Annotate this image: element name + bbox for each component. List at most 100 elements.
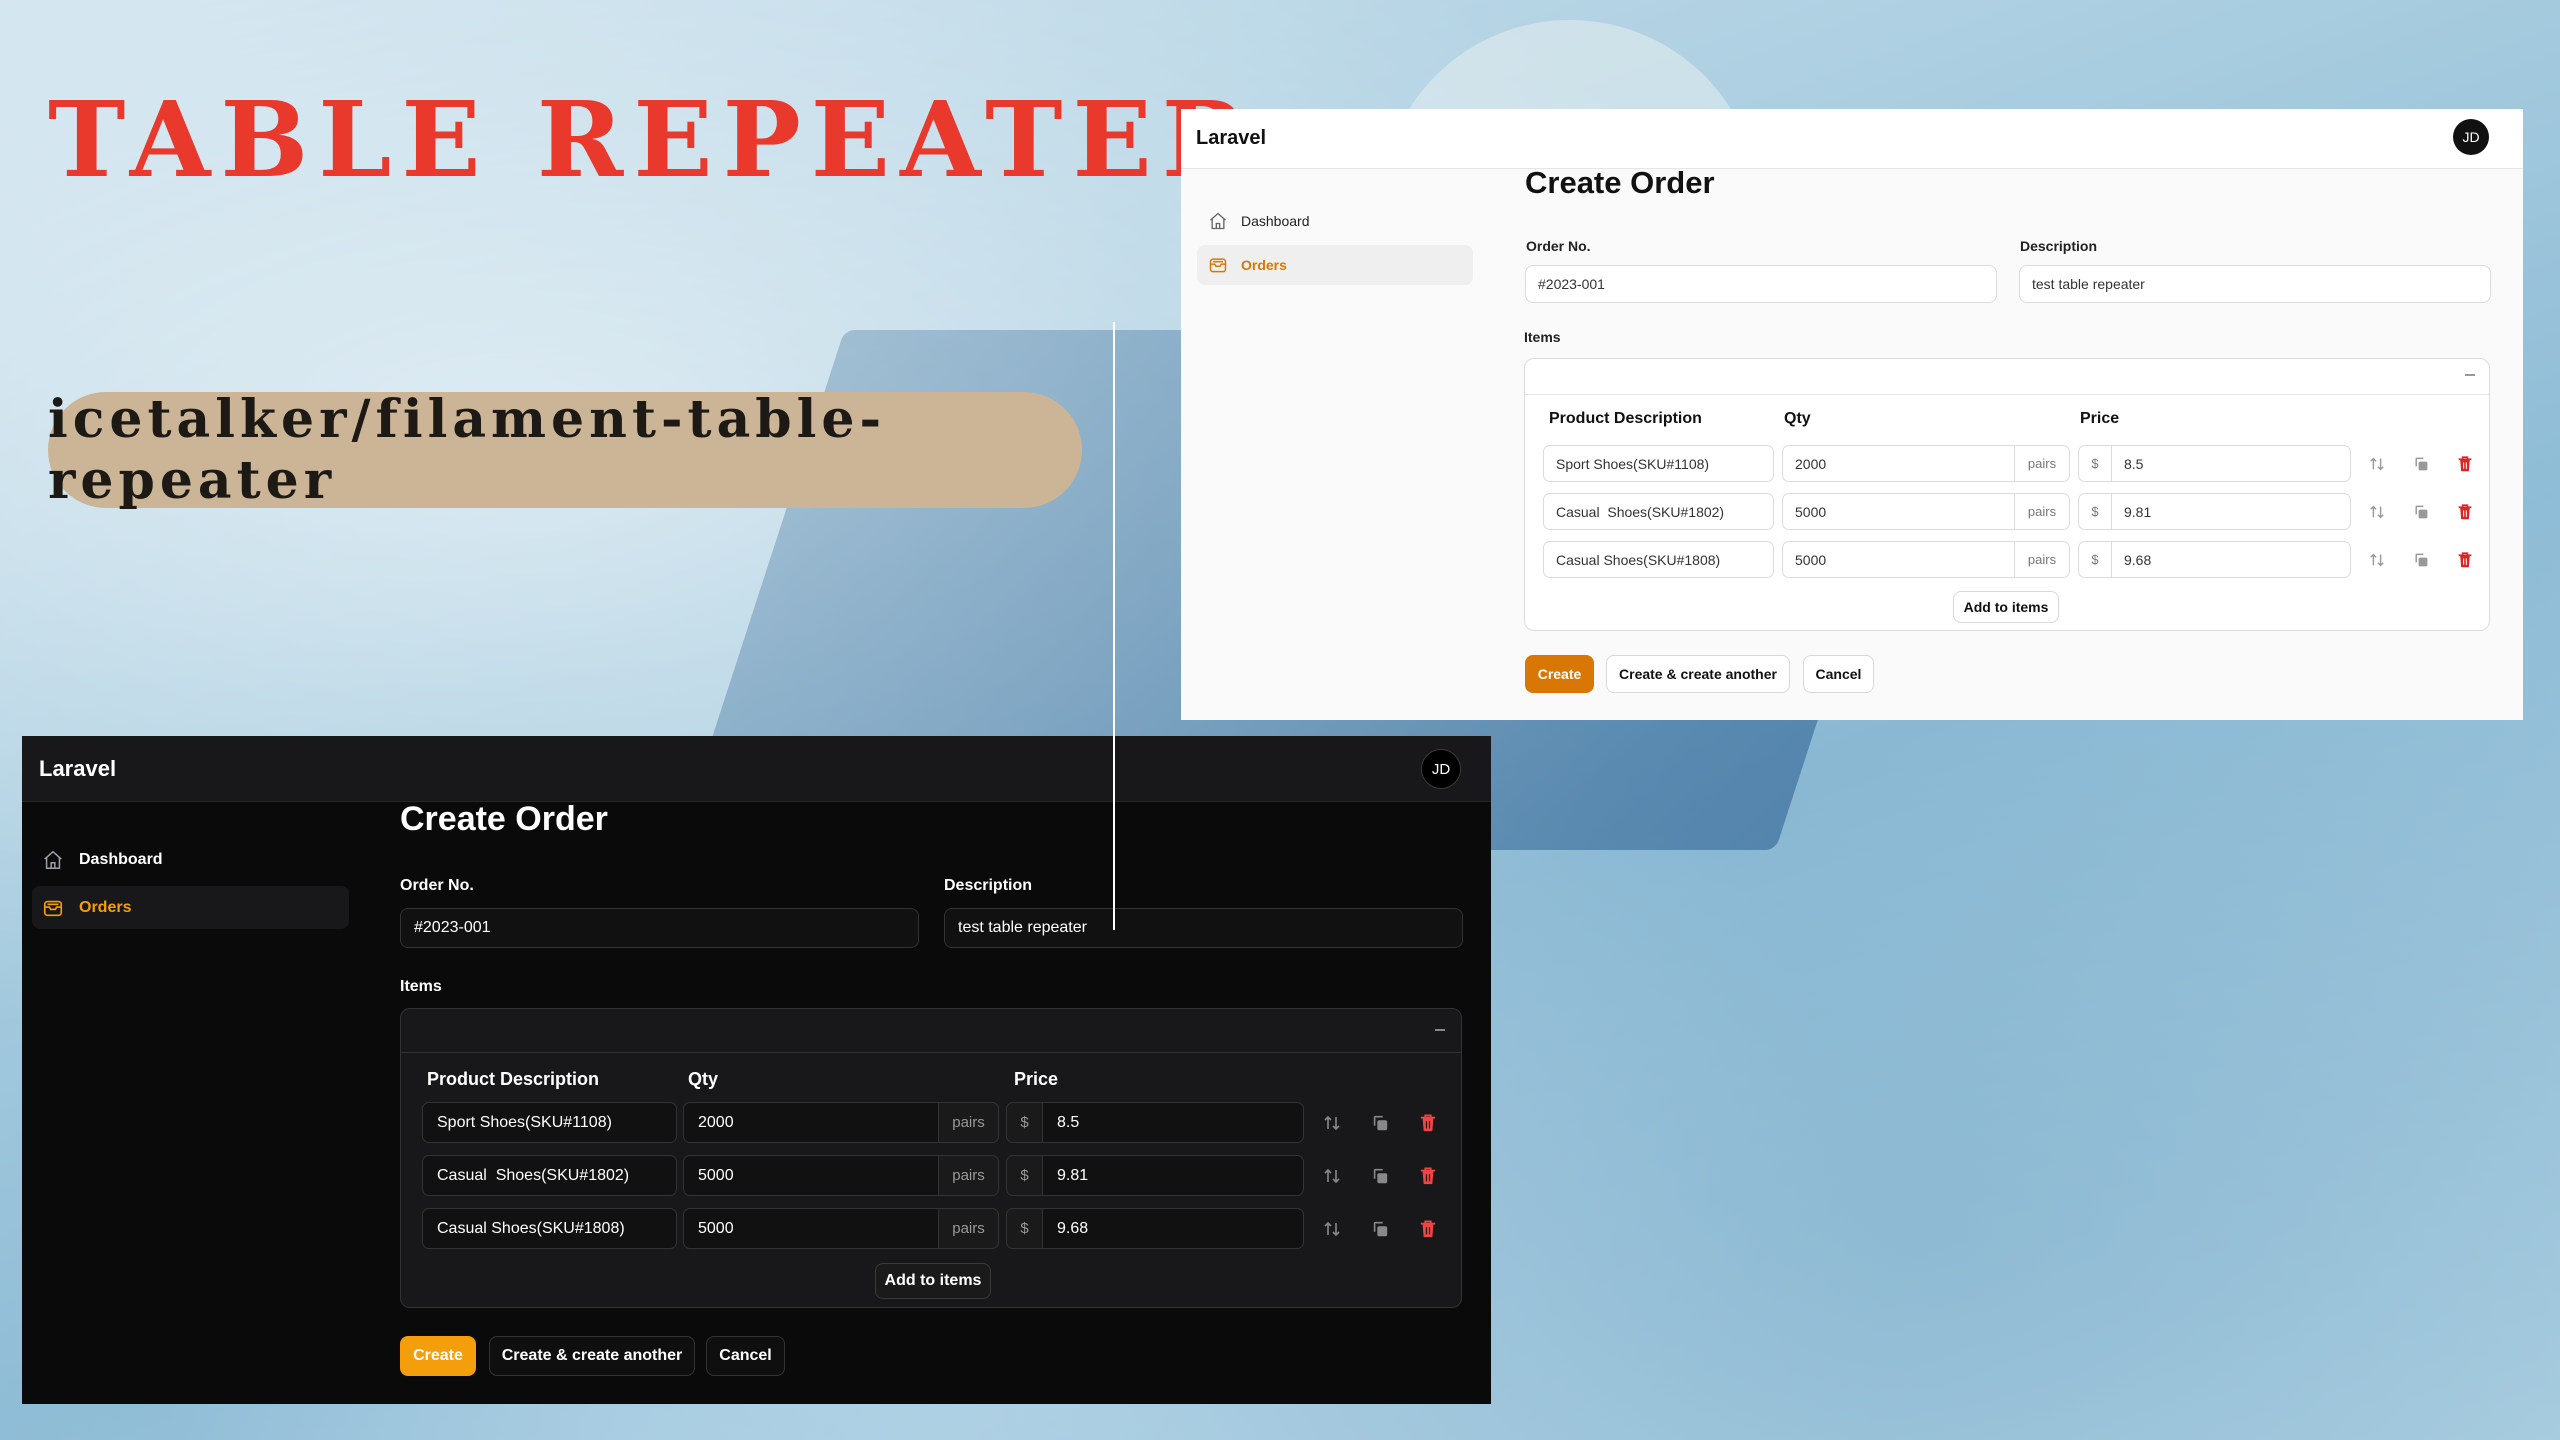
reorder-icon[interactable] [2359, 493, 2395, 530]
brand-logo[interactable]: Laravel [39, 756, 116, 782]
description-label: Description [2020, 238, 2098, 254]
price-prefix: $ [1006, 1155, 1043, 1196]
column-header-price: Price [2080, 410, 2120, 427]
cell-value: Casual Shoes(SKU#1802) [437, 1166, 630, 1184]
create-another-button[interactable]: Create & create another [1606, 655, 1790, 693]
sidebar-item-label: Orders [79, 898, 132, 916]
qty-input[interactable]: 5000 [1782, 493, 2015, 530]
create-another-button[interactable]: Create & create another [489, 1336, 695, 1376]
table-repeater: Product Description Qty Price Sport Shoe… [1524, 358, 2490, 631]
brand-logo[interactable]: Laravel [1196, 127, 1266, 150]
sidebar-item-orders[interactable]: Orders [32, 886, 349, 929]
price-input[interactable]: 9.81 [2111, 493, 2351, 530]
items-label: Items [1524, 329, 1561, 345]
qty-suffix: pairs [938, 1102, 999, 1143]
price-input[interactable]: 9.68 [1042, 1208, 1304, 1249]
cell-value: 2000 [698, 1113, 734, 1131]
divider-line [1113, 322, 1115, 930]
qty-input[interactable]: 5000 [683, 1208, 939, 1249]
column-header-qty: Qty [1784, 410, 1811, 427]
add-item-button[interactable]: Add to items [875, 1263, 991, 1299]
sidebar-item-orders[interactable]: Orders [1197, 245, 1473, 285]
top-bar: Laravel [22, 736, 1491, 802]
description-value: test table repeater [958, 919, 1087, 936]
clone-icon[interactable] [1360, 1208, 1400, 1249]
qty-input[interactable]: 2000 [683, 1102, 939, 1143]
add-item-button[interactable]: Add to items [1953, 591, 2059, 623]
product-input[interactable]: Casual Shoes(SKU#1808) [422, 1208, 677, 1249]
order-no-input[interactable]: #2023-001 [400, 908, 919, 948]
cancel-button[interactable]: Cancel [1803, 655, 1874, 693]
price-prefix: $ [2078, 445, 2112, 482]
reorder-icon[interactable] [1312, 1155, 1352, 1196]
qty-suffix: pairs [2014, 445, 2070, 482]
create-button[interactable]: Create [400, 1336, 476, 1376]
clone-icon[interactable] [1360, 1155, 1400, 1196]
trash-icon[interactable] [2447, 541, 2483, 578]
clone-icon[interactable] [2403, 541, 2439, 578]
cancel-button[interactable]: Cancel [706, 1336, 785, 1376]
price-input[interactable]: 8.5 [1042, 1102, 1304, 1143]
sidebar-item-label: Orders [1241, 257, 1287, 273]
price-prefix: $ [2078, 541, 2112, 578]
reorder-icon[interactable] [1312, 1208, 1352, 1249]
user-avatar[interactable]: JD [2453, 119, 2489, 155]
reorder-icon[interactable] [1312, 1102, 1352, 1143]
collapse-icon[interactable] [2465, 374, 2475, 376]
reorder-icon[interactable] [2359, 541, 2395, 578]
clone-icon[interactable] [1360, 1102, 1400, 1143]
qty-suffix: pairs [2014, 493, 2070, 530]
clone-icon[interactable] [2403, 493, 2439, 530]
trash-icon[interactable] [1408, 1208, 1448, 1249]
cell-value: 9.68 [2124, 551, 2152, 568]
trash-icon[interactable] [2447, 493, 2483, 530]
qty-input[interactable]: 2000 [1782, 445, 2015, 482]
cell-value: Sport Shoes(SKU#1108) [1556, 455, 1710, 472]
trash-icon[interactable] [1408, 1155, 1448, 1196]
home-icon [1207, 210, 1229, 232]
description-input[interactable]: test table repeater [944, 908, 1463, 948]
price-prefix: $ [1006, 1102, 1043, 1143]
cell-value: 8.5 [1057, 1113, 1080, 1131]
qty-suffix: pairs [938, 1155, 999, 1196]
reorder-icon[interactable] [2359, 445, 2395, 482]
cell-value: Casual Shoes(SKU#1808) [437, 1219, 625, 1237]
cell-value: 9.81 [2124, 503, 2152, 520]
package-name-pill: icetalker/filament-table-repeater [48, 389, 1082, 511]
user-avatar[interactable]: JD [1421, 749, 1461, 789]
sidebar-item-dashboard[interactable]: Dashboard [32, 838, 349, 881]
cell-value: 5000 [1795, 503, 1827, 520]
price-input[interactable]: 9.81 [1042, 1155, 1304, 1196]
page-title: Create Order [400, 800, 608, 838]
qty-input[interactable]: 5000 [683, 1155, 939, 1196]
inbox-icon [1207, 254, 1229, 276]
table-repeater: Product Description Qty Price Sport Shoe… [400, 1008, 1462, 1308]
description-input[interactable]: test table repeater [2019, 265, 2491, 303]
price-input[interactable]: 9.68 [2111, 541, 2351, 578]
order-no-label: Order No. [1526, 238, 1591, 254]
items-label: Items [400, 978, 442, 995]
price-prefix: $ [1006, 1208, 1043, 1249]
hero-title: TABLE REPEATER [48, 78, 1259, 201]
column-header-price: Price [1014, 1069, 1059, 1089]
qty-input[interactable]: 5000 [1782, 541, 2015, 578]
sidebar-item-label: Dashboard [1241, 213, 1310, 229]
qty-suffix: pairs [938, 1208, 999, 1249]
order-no-input[interactable]: #2023-001 [1525, 265, 1997, 303]
order-no-value: #2023-001 [1538, 276, 1605, 292]
product-input[interactable]: Casual Shoes(SKU#1802) [1543, 493, 1774, 530]
price-input[interactable]: 8.5 [2111, 445, 2351, 482]
cell-value: Casual Shoes(SKU#1802) [1556, 503, 1725, 520]
product-input[interactable]: Casual Shoes(SKU#1802) [422, 1155, 677, 1196]
trash-icon[interactable] [2447, 445, 2483, 482]
cell-value: Sport Shoes(SKU#1108) [437, 1113, 612, 1131]
create-button[interactable]: Create [1525, 655, 1594, 693]
cell-value: Casual Shoes(SKU#1808) [1556, 551, 1721, 568]
trash-icon[interactable] [1408, 1102, 1448, 1143]
product-input[interactable]: Sport Shoes(SKU#1108) [1543, 445, 1774, 482]
sidebar-item-dashboard[interactable]: Dashboard [1197, 201, 1473, 241]
collapse-icon[interactable] [1435, 1029, 1445, 1031]
clone-icon[interactable] [2403, 445, 2439, 482]
product-input[interactable]: Casual Shoes(SKU#1808) [1543, 541, 1774, 578]
product-input[interactable]: Sport Shoes(SKU#1108) [422, 1102, 677, 1143]
